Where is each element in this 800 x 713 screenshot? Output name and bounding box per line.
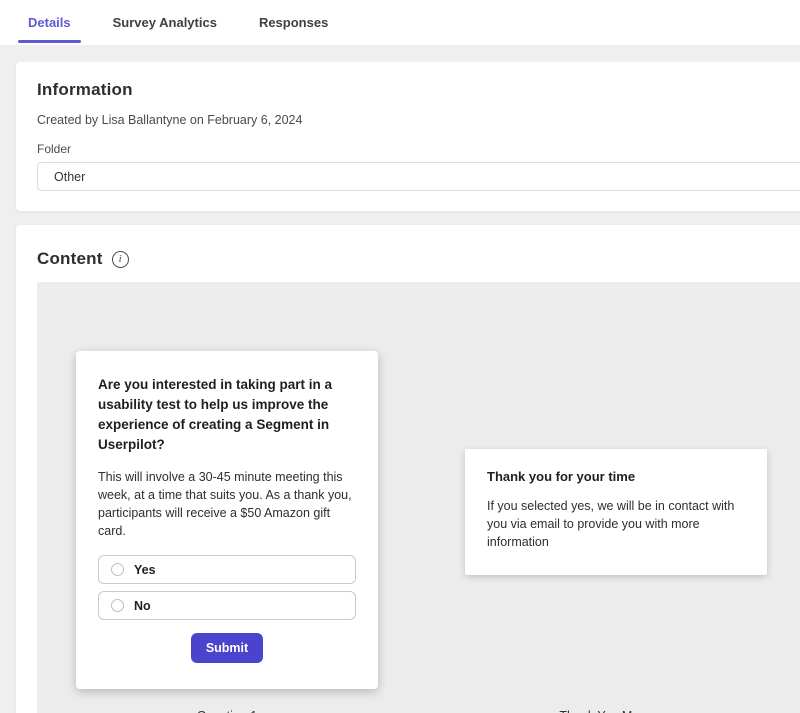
folder-select-value: Other	[54, 170, 85, 184]
created-by-text: Created by Lisa Ballantyne on February 6…	[37, 113, 800, 127]
options-list: Yes No	[98, 555, 356, 620]
thank-you-title: Thank you for your time	[487, 469, 745, 484]
question-text: Are you interested in taking part in a u…	[98, 375, 356, 455]
thank-you-card: Thank you for your time If you selected …	[465, 449, 767, 575]
tab-survey-analytics[interactable]: Survey Analytics	[103, 0, 227, 45]
tab-responses[interactable]: Responses	[249, 0, 338, 45]
option-yes-label: Yes	[134, 563, 156, 577]
thank-you-body: If you selected yes, we will be in conta…	[487, 497, 745, 551]
thank-you-step-label: Thank You Message	[465, 709, 767, 713]
tab-details[interactable]: Details	[18, 0, 81, 45]
option-yes[interactable]: Yes	[98, 555, 356, 584]
question-card: Are you interested in taking part in a u…	[76, 351, 378, 689]
content-card: Content i Are you interested in taking p…	[16, 225, 800, 713]
survey-preview-area: Are you interested in taking part in a u…	[37, 282, 800, 713]
tab-bar: Details Survey Analytics Responses	[0, 0, 800, 45]
information-card: Information Created by Lisa Ballantyne o…	[16, 62, 800, 211]
question-description: This will involve a 30-45 minute meeting…	[98, 468, 356, 541]
question-step-label: Question 1	[76, 709, 378, 713]
option-no-label: No	[134, 599, 151, 613]
option-no[interactable]: No	[98, 591, 356, 620]
folder-select[interactable]: Other	[37, 162, 800, 191]
radio-icon[interactable]	[111, 563, 124, 576]
submit-button[interactable]: Submit	[191, 633, 263, 663]
info-icon[interactable]: i	[112, 251, 129, 268]
content-title: Content	[37, 249, 103, 269]
radio-icon[interactable]	[111, 599, 124, 612]
information-title: Information	[37, 80, 800, 100]
folder-label: Folder	[37, 142, 800, 156]
